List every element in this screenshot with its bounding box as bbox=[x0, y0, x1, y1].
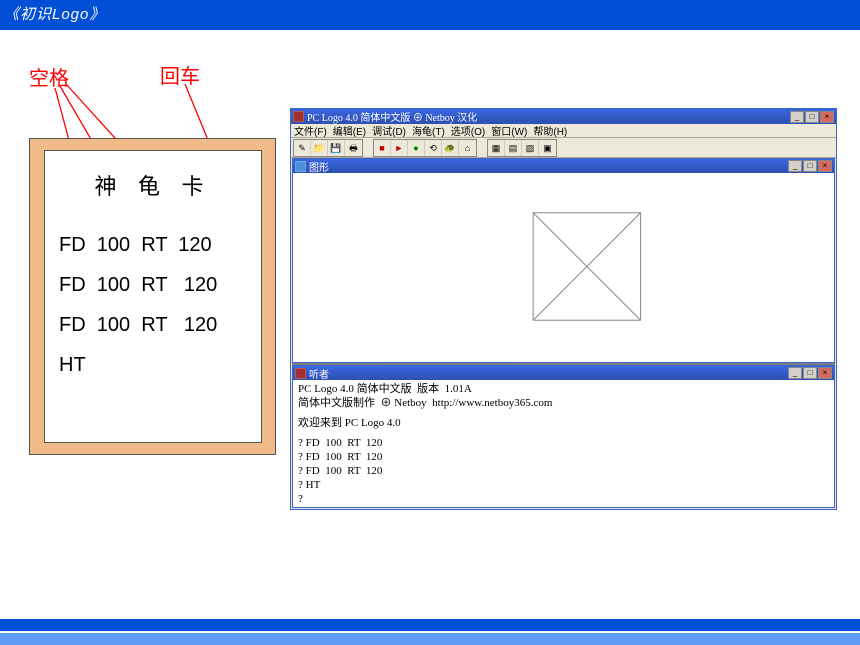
slide-title: 《初识Logo》 bbox=[4, 6, 105, 23]
code-card: 神 龟 卡 FD 100 RT 120 FD 100 RT 120 FD 100… bbox=[29, 138, 276, 455]
pc-logo-window: PC Logo 4.0 简体中文版 ⊕ Netboy 汉化 _ □ × 文件(F… bbox=[290, 108, 837, 510]
graphics-icon bbox=[295, 161, 306, 172]
toolbar-button[interactable]: ⌂ bbox=[459, 140, 476, 156]
maximize-button[interactable]: □ bbox=[803, 160, 817, 172]
menu-edit[interactable]: 编辑(E) bbox=[333, 123, 366, 138]
listener-titlebar[interactable]: 听者 _ □ × bbox=[293, 366, 834, 380]
minimize-button[interactable]: _ bbox=[788, 367, 802, 379]
card-line: FD 100 RT 120 bbox=[59, 225, 247, 265]
toolbar-button[interactable]: ▦ bbox=[488, 140, 505, 156]
listener-line: PC Logo 4.0 简体中文版 版本 1.01A bbox=[298, 382, 829, 396]
listener-prompt: ? FD 100 RT 120 bbox=[298, 464, 829, 478]
graphics-title: 图形 bbox=[309, 159, 788, 174]
close-button[interactable]: × bbox=[820, 111, 834, 123]
label-enter: 回车 bbox=[160, 60, 200, 89]
footer-band-dark bbox=[0, 619, 860, 631]
card-title: 神 龟 卡 bbox=[59, 169, 247, 201]
menu-window[interactable]: 窗口(W) bbox=[491, 123, 527, 138]
toolbar: ✎ 📁 💾 🖶 ■ ► ● ⟲ 🐢 ⌂ ▦ ▤ ▧ ▣ bbox=[291, 138, 836, 158]
listener-line: 欢迎来到 PC Logo 4.0 bbox=[298, 416, 829, 430]
slide-header: 《初识Logo》 bbox=[0, 0, 860, 30]
graphics-window: 图形 _ □ × bbox=[292, 158, 835, 363]
slide-body: 空格 回车 神 龟 卡 FD 100 RT 120 FD 100 RT 120 … bbox=[0, 30, 860, 615]
titlebar[interactable]: PC Logo 4.0 简体中文版 ⊕ Netboy 汉化 _ □ × bbox=[291, 109, 836, 124]
toolbar-button[interactable]: 📁 bbox=[311, 140, 328, 156]
menubar[interactable]: 文件(F) 编辑(E) 调试(D) 海龟(T) 选项(O) 窗口(W) 帮助(H… bbox=[291, 124, 836, 138]
toolbar-button[interactable]: ▣ bbox=[539, 140, 556, 156]
menu-debug[interactable]: 调试(D) bbox=[372, 123, 406, 138]
graphics-titlebar[interactable]: 图形 _ □ × bbox=[293, 159, 834, 173]
menu-options[interactable]: 选项(O) bbox=[451, 123, 485, 138]
minimize-button[interactable]: _ bbox=[790, 111, 804, 123]
listener-prompt: ? FD 100 RT 120 bbox=[298, 450, 829, 464]
toolbar-button[interactable]: ▤ bbox=[505, 140, 522, 156]
maximize-button[interactable]: □ bbox=[805, 111, 819, 123]
minimize-button[interactable]: _ bbox=[788, 160, 802, 172]
mdi-client-area: 图形 _ □ × bbox=[292, 158, 835, 508]
toolbar-button[interactable]: 🖶 bbox=[345, 140, 362, 156]
label-space: 空格 bbox=[29, 62, 69, 91]
toolbar-button[interactable]: ■ bbox=[374, 140, 391, 156]
menu-help[interactable]: 帮助(H) bbox=[533, 123, 567, 138]
card-line: HT bbox=[59, 345, 247, 385]
card-line: FD 100 RT 120 bbox=[59, 265, 247, 305]
window-title: PC Logo 4.0 简体中文版 ⊕ Netboy 汉化 bbox=[307, 109, 790, 124]
close-button[interactable]: × bbox=[818, 367, 832, 379]
toolbar-button[interactable]: ⟲ bbox=[425, 140, 442, 156]
card-line: FD 100 RT 120 bbox=[59, 305, 247, 345]
graphics-canvas bbox=[294, 173, 833, 361]
listener-line: 简体中文版制作 ⊕ Netboy http://www.netboy365.co… bbox=[298, 396, 829, 410]
app-icon bbox=[293, 111, 304, 122]
toolbar-button[interactable]: ▧ bbox=[522, 140, 539, 156]
toolbar-button[interactable]: ✎ bbox=[294, 140, 311, 156]
listener-prompt: ? bbox=[298, 492, 829, 506]
code-card-inner: 神 龟 卡 FD 100 RT 120 FD 100 RT 120 FD 100… bbox=[44, 150, 262, 443]
slide-footer bbox=[0, 615, 860, 645]
menu-file[interactable]: 文件(F) bbox=[294, 123, 327, 138]
menu-turtle[interactable]: 海龟(T) bbox=[412, 123, 445, 138]
listener-prompt: ? HT bbox=[298, 478, 829, 492]
listener-title: 听者 bbox=[309, 366, 788, 381]
listener-prompt: ? FD 100 RT 120 bbox=[298, 436, 829, 450]
listener-window: 听者 _ □ × PC Logo 4.0 简体中文版 版本 1.01A 简体中文… bbox=[292, 365, 835, 508]
listener-icon bbox=[295, 368, 306, 379]
toolbar-button[interactable]: ● bbox=[408, 140, 425, 156]
footer-band-light bbox=[0, 633, 860, 645]
close-button[interactable]: × bbox=[818, 160, 832, 172]
toolbar-button[interactable]: 💾 bbox=[328, 140, 345, 156]
toolbar-button[interactable]: 🐢 bbox=[442, 140, 459, 156]
toolbar-button[interactable]: ► bbox=[391, 140, 408, 156]
maximize-button[interactable]: □ bbox=[803, 367, 817, 379]
listener-body[interactable]: PC Logo 4.0 简体中文版 版本 1.01A 简体中文版制作 ⊕ Net… bbox=[294, 380, 833, 506]
window-controls: _ □ × bbox=[790, 111, 834, 123]
